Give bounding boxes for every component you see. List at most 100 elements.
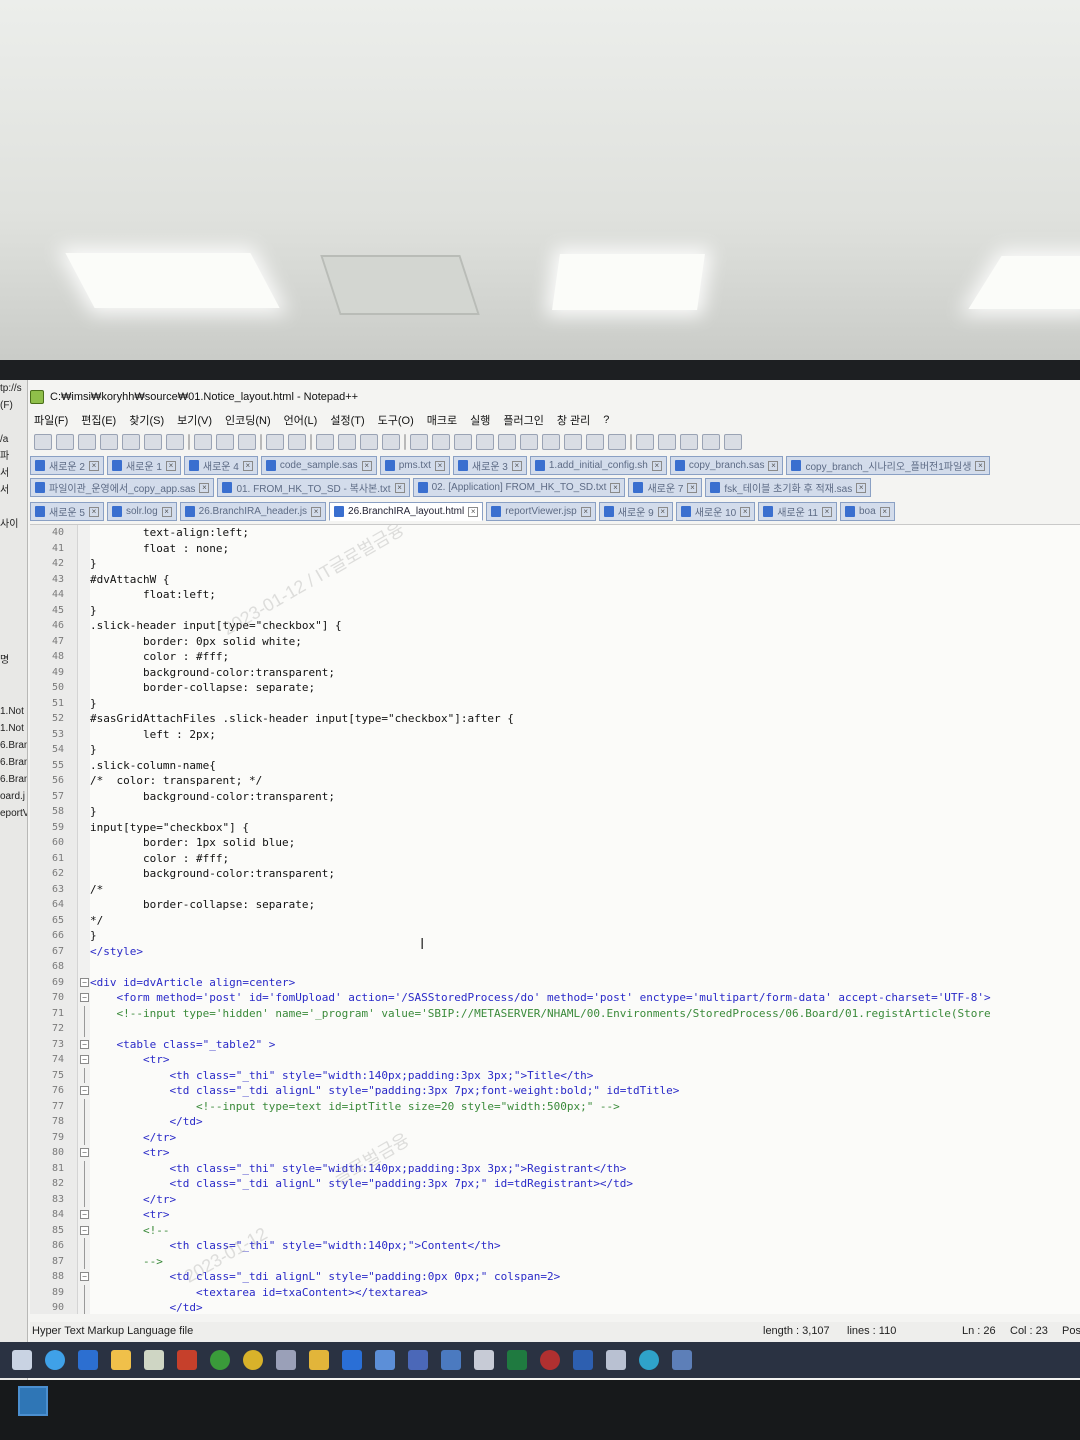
notepad-plus-plus-taskbar-icon[interactable] <box>144 1350 164 1370</box>
file-tab[interactable]: code_sample.sas × <box>260 456 377 475</box>
vscode-icon[interactable] <box>342 1350 362 1370</box>
close-tab-icon[interactable]: × <box>165 460 176 471</box>
file-tab[interactable]: 01. FROM_HK_TO_SD - 복사본.txt × <box>217 478 410 497</box>
file-tab[interactable]: copy_branch.sas × <box>669 456 784 475</box>
code-area[interactable]: 40 text-align:left; 41 float : none; 42} 43… <box>30 525 1080 1314</box>
folder-workspace-icon[interactable] <box>586 434 604 450</box>
file-tab[interactable]: 26.BranchIRA_layout.html × <box>329 502 484 521</box>
app-green-icon[interactable] <box>210 1350 230 1370</box>
menu-item[interactable]: 도구(O) <box>378 412 414 428</box>
fold-toggle-icon[interactable]: − <box>80 1055 89 1064</box>
file-tab[interactable]: boa × <box>839 502 895 521</box>
edge-browser-icon[interactable] <box>45 1350 65 1370</box>
file-tab[interactable]: copy_branch_시나리오_플버전1파일생 × <box>786 456 991 475</box>
close-tab-icon[interactable]: × <box>740 506 751 517</box>
sync-vertical-icon[interactable] <box>410 434 428 450</box>
close-tab-icon[interactable]: × <box>394 482 405 493</box>
fold-toggle-icon[interactable]: − <box>80 1272 89 1281</box>
app-am-icon[interactable] <box>408 1350 428 1370</box>
new-file-icon[interactable] <box>34 434 52 450</box>
app-g-icon[interactable] <box>441 1350 461 1370</box>
file-tab[interactable]: 새로운 10 × <box>675 502 756 521</box>
run-macro-multiple-icon[interactable] <box>702 434 720 450</box>
zoom-in-icon[interactable] <box>360 434 378 450</box>
file-tab[interactable]: 새로운 7 × <box>628 478 703 497</box>
close-tab-icon[interactable]: × <box>821 506 832 517</box>
open-folder-icon[interactable] <box>56 434 74 450</box>
menu-item[interactable]: 실행 <box>470 412 490 428</box>
indent-guide-icon[interactable] <box>498 434 516 450</box>
file-tab[interactable]: 02. [Application] FROM_HK_TO_SD.txt × <box>412 478 626 497</box>
zoom-out-icon[interactable] <box>382 434 400 450</box>
word-wrap-icon[interactable] <box>454 434 472 450</box>
undo-icon[interactable] <box>266 434 284 450</box>
close-tab-icon[interactable]: × <box>856 482 867 493</box>
close-tab-icon[interactable]: × <box>768 460 779 471</box>
file-tab[interactable]: 새로운 1 × <box>106 456 181 475</box>
powerpoint-icon[interactable] <box>177 1350 197 1370</box>
find-icon[interactable] <box>316 434 334 450</box>
file-tab[interactable]: 새로운 5 × <box>30 502 104 521</box>
menu-item[interactable]: 언어(L) <box>284 412 318 428</box>
fold-toggle-icon[interactable]: − <box>80 1148 89 1157</box>
file-tab[interactable]: 파일이관_운영에서_copy_app.sas × <box>30 478 215 497</box>
menu-item[interactable]: 인코딩(N) <box>225 412 271 428</box>
menu-item[interactable]: ? <box>603 414 609 426</box>
file-explorer-icon[interactable] <box>111 1350 131 1370</box>
close-tab-icon[interactable]: × <box>651 460 662 471</box>
save-icon[interactable] <box>78 434 96 450</box>
calendar-icon[interactable] <box>474 1350 494 1370</box>
monitoring-eye-icon[interactable] <box>608 434 626 450</box>
fold-toggle-icon[interactable]: − <box>80 977 89 987</box>
menu-item[interactable]: 보기(V) <box>177 412 212 428</box>
doc-map-icon[interactable] <box>542 434 560 450</box>
print-icon[interactable] <box>166 434 184 450</box>
close-tab-icon[interactable]: × <box>511 460 522 471</box>
show-all-chars-icon[interactable] <box>476 434 494 450</box>
file-tab[interactable]: solr.log × <box>106 502 177 521</box>
close-tab-icon[interactable]: × <box>879 506 890 517</box>
close-tab-icon[interactable]: × <box>88 506 99 517</box>
close-tab-icon[interactable]: × <box>687 482 698 493</box>
file-tab[interactable]: 1.add_initial_config.sh × <box>529 456 667 475</box>
close-tab-icon[interactable]: × <box>242 460 253 471</box>
edge-new-icon[interactable] <box>639 1350 659 1370</box>
chrome-icon[interactable] <box>243 1350 263 1370</box>
app-remote-icon[interactable] <box>672 1350 692 1370</box>
close-tab-icon[interactable]: × <box>161 506 172 517</box>
close-tab-icon[interactable]: × <box>975 460 986 471</box>
stop-macro-icon[interactable] <box>658 434 676 450</box>
fold-toggle-icon[interactable]: − <box>80 1225 89 1235</box>
replace-icon[interactable] <box>338 434 356 450</box>
task-view-icon[interactable] <box>12 1350 32 1370</box>
excel-icon[interactable] <box>507 1350 527 1370</box>
file-tab[interactable]: 26.BranchIRA_header.js × <box>179 502 327 521</box>
save-macro-icon[interactable] <box>724 434 742 450</box>
app-yellow-icon[interactable] <box>309 1350 329 1370</box>
fold-toggle-icon[interactable]: − <box>80 993 89 1002</box>
code-editor[interactable]: 40 text-align:left; 41 float : none; 42} 43… <box>30 524 1080 1314</box>
fold-toggle-icon[interactable]: − <box>80 1039 89 1049</box>
close-tab-icon[interactable]: × <box>311 506 322 517</box>
play-macro-icon[interactable] <box>680 434 698 450</box>
copy-icon[interactable] <box>216 434 234 450</box>
paste-icon[interactable] <box>238 434 256 450</box>
save-all-icon[interactable] <box>100 434 118 450</box>
app-blue-icon[interactable] <box>375 1350 395 1370</box>
menu-item[interactable]: 매크로 <box>427 412 457 428</box>
close-tab-icon[interactable]: × <box>610 482 621 493</box>
menu-item[interactable]: 플러그인 <box>503 412 543 428</box>
file-tab[interactable]: pms.txt × <box>379 456 450 475</box>
close-all-icon[interactable] <box>144 434 162 450</box>
file-tab[interactable]: fsk_테이블 초기화 후 적재.sas × <box>705 478 872 497</box>
sync-horizontal-icon[interactable] <box>432 434 450 450</box>
menu-item[interactable]: 창 관리 <box>557 412 590 428</box>
app-v-icon[interactable] <box>573 1350 593 1370</box>
app-doc-icon[interactable] <box>606 1350 626 1370</box>
close-file-icon[interactable] <box>122 434 140 450</box>
internet-explorer-icon[interactable] <box>78 1350 98 1370</box>
fold-toggle-icon[interactable]: − <box>80 1086 89 1095</box>
close-tab-icon[interactable]: × <box>580 506 591 517</box>
redo-icon[interactable] <box>288 434 306 450</box>
record-macro-icon[interactable] <box>636 434 654 450</box>
